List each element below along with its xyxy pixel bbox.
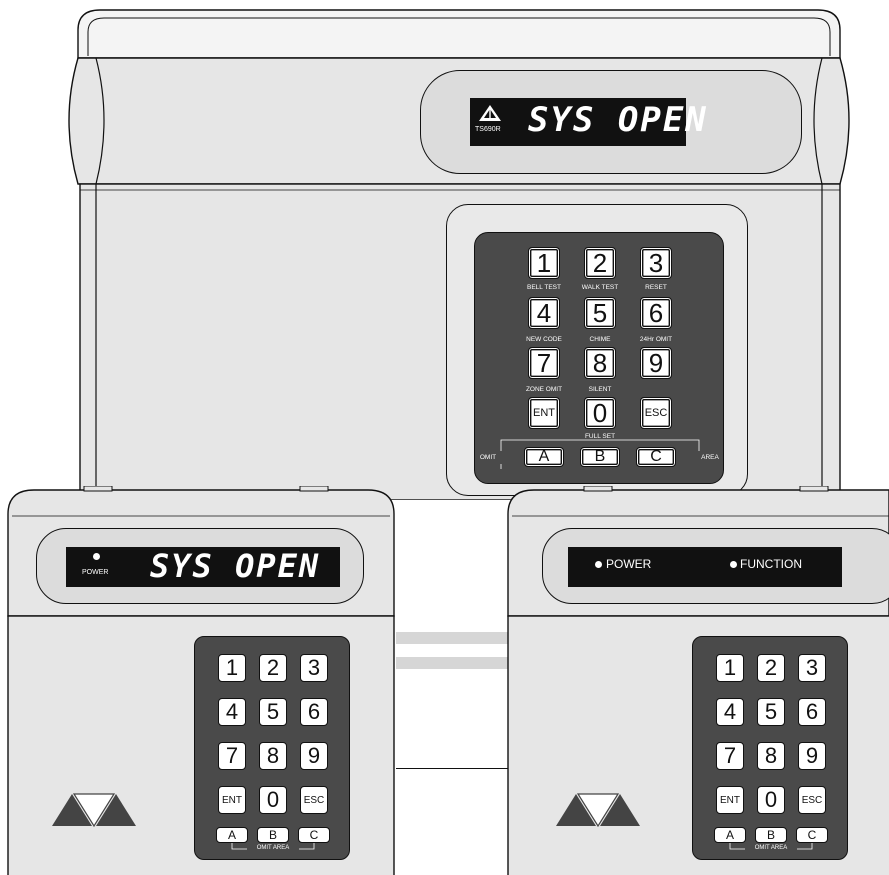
right-key-6[interactable]: 6 — [798, 698, 826, 726]
right-key-1[interactable]: 1 — [716, 654, 744, 682]
left-key-7[interactable]: 7 — [218, 742, 246, 770]
left-key-1[interactable]: 1 — [218, 654, 246, 682]
right-key-0[interactable]: 0 — [757, 786, 785, 814]
left-key-3[interactable]: 3 — [300, 654, 328, 682]
right-key-esc[interactable]: ESC — [798, 786, 826, 814]
left-power-label: POWER — [82, 569, 109, 576]
left-omit-area-label: OMIT AREA — [256, 845, 290, 851]
left-key-9[interactable]: 9 — [300, 742, 328, 770]
right-key-ent[interactable]: ENT — [716, 786, 744, 814]
right-function-led — [730, 561, 737, 568]
connector-strip-bottom — [396, 657, 512, 669]
left-key-8[interactable]: 8 — [259, 742, 287, 770]
left-key-2[interactable]: 2 — [259, 654, 287, 682]
right-key-4[interactable]: 4 — [716, 698, 744, 726]
wall-line — [396, 768, 512, 770]
left-keypad: 1 2 3 4 5 6 7 8 9 ENT 0 ESC A B C OMIT A… — [194, 636, 350, 860]
left-key-6[interactable]: 6 — [300, 698, 328, 726]
left-display-text: SYS OPEN — [150, 547, 321, 585]
left-display: POWER SYS OPEN — [66, 547, 340, 587]
right-omit-area-label: OMIT AREA — [754, 845, 788, 851]
left-key-esc[interactable]: ESC — [300, 786, 328, 814]
main-control-panel: TS690R SYS OPEN 1 2 3 BELL TEST WALK TES… — [0, 0, 889, 500]
right-power-label: POWER — [606, 557, 652, 571]
right-key-3[interactable]: 3 — [798, 654, 826, 682]
left-remote-keypad: POWER SYS OPEN 1 2 3 4 5 6 7 8 9 ENT 0 E… — [0, 486, 404, 875]
right-key-8[interactable]: 8 — [757, 742, 785, 770]
right-remote-keypad: POWER FUNCTION 1 2 3 4 5 6 7 8 9 ENT 0 E… — [504, 486, 889, 875]
left-key-ent[interactable]: ENT — [218, 786, 246, 814]
left-key-4[interactable]: 4 — [218, 698, 246, 726]
right-function-label: FUNCTION — [740, 557, 802, 571]
left-key-5[interactable]: 5 — [259, 698, 287, 726]
connector-strip-top — [396, 632, 512, 644]
right-key-9[interactable]: 9 — [798, 742, 826, 770]
right-key-5[interactable]: 5 — [757, 698, 785, 726]
right-keypad: 1 2 3 4 5 6 7 8 9 ENT 0 ESC A B C OMIT A… — [692, 636, 848, 860]
right-display: POWER FUNCTION — [568, 547, 842, 587]
right-key-7[interactable]: 7 — [716, 742, 744, 770]
right-key-2[interactable]: 2 — [757, 654, 785, 682]
left-key-0[interactable]: 0 — [259, 786, 287, 814]
right-power-led — [595, 561, 602, 568]
left-power-led — [93, 553, 100, 560]
